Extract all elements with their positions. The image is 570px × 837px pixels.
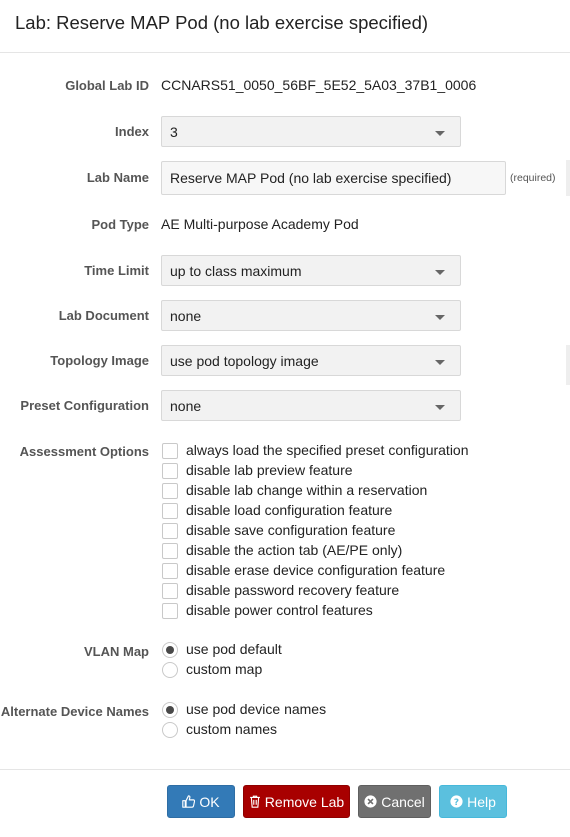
- assessment-options-label: Assessment Options: [19, 444, 149, 459]
- lab-name-label: Lab Name: [86, 170, 149, 185]
- pod-type-label: Pod Type: [91, 217, 149, 232]
- assessment-option-label: disable erase device configuration featu…: [186, 562, 446, 578]
- vlan-map-option-label: use pod default: [186, 641, 282, 657]
- lab-document-label: Lab Document: [58, 308, 149, 323]
- checkbox[interactable]: [162, 543, 178, 559]
- index-select[interactable]: 3: [161, 116, 461, 147]
- svg-text:?: ?: [454, 798, 459, 808]
- assessment-option-label: disable save configuration feature: [186, 522, 396, 538]
- lab-document-value: none: [170, 308, 202, 324]
- assessment-option-label: disable the action tab (AE/PE only): [186, 542, 403, 558]
- vlan-map-option-label: custom map: [186, 661, 263, 677]
- topology-image-select[interactable]: use pod topology image: [161, 345, 461, 376]
- preset-configuration-value: none: [170, 398, 202, 414]
- caret-down-icon: [435, 270, 445, 275]
- ok-button[interactable]: OK: [167, 785, 235, 818]
- topology-image-value: use pod topology image: [170, 353, 319, 369]
- caret-down-icon: [435, 131, 445, 136]
- radio-button[interactable]: [162, 702, 178, 718]
- time-limit-value: up to class maximum: [170, 263, 302, 279]
- device-names-option-label: custom names: [186, 721, 278, 737]
- radio-button[interactable]: [162, 662, 178, 678]
- topology-image-label: Topology Image: [50, 353, 149, 368]
- checkbox[interactable]: [162, 583, 178, 599]
- required-note: (required): [510, 172, 556, 184]
- remove-lab-button-label: Remove Lab: [264, 793, 345, 810]
- global-lab-id-value: CCNARS51_0050_56BF_5E52_5A03_37B1_0006: [161, 77, 477, 93]
- time-limit-select[interactable]: up to class maximum: [161, 255, 461, 286]
- assessment-option-label: disable load configuration feature: [186, 502, 393, 518]
- radio-button[interactable]: [162, 722, 178, 738]
- thumbs-up-icon: [182, 795, 196, 808]
- dialog-title: Lab: Reserve MAP Pod (no lab exercise sp…: [15, 12, 429, 33]
- caret-down-icon: [435, 315, 445, 320]
- question-circle-icon: ?: [450, 795, 463, 808]
- scroll-edge: [566, 160, 570, 196]
- index-label: Index: [115, 124, 149, 139]
- assessment-option-label: disable lab preview feature: [186, 462, 353, 478]
- cancel-button[interactable]: Cancel: [358, 785, 431, 818]
- header-divider: [0, 52, 570, 53]
- vlan-map-label: VLAN Map: [84, 644, 149, 659]
- help-button[interactable]: ? Help: [439, 785, 507, 818]
- assessment-option-label: disable lab change within a reservation: [186, 482, 428, 498]
- times-circle-icon: [364, 795, 377, 808]
- checkbox[interactable]: [162, 483, 178, 499]
- checkbox[interactable]: [162, 563, 178, 579]
- footer-divider: [0, 769, 570, 770]
- caret-down-icon: [435, 360, 445, 365]
- caret-down-icon: [435, 405, 445, 410]
- assessment-option-label: disable password recovery feature: [186, 582, 400, 598]
- scroll-edge: [566, 345, 570, 385]
- time-limit-label: Time Limit: [84, 263, 149, 278]
- remove-lab-button[interactable]: Remove Lab: [243, 785, 350, 818]
- lab-name-input[interactable]: Reserve MAP Pod (no lab exercise specifi…: [161, 161, 506, 195]
- checkbox[interactable]: [162, 463, 178, 479]
- radio-button[interactable]: [162, 642, 178, 658]
- device-names-label: Alternate Device Names: [0, 704, 149, 719]
- checkbox[interactable]: [162, 443, 178, 459]
- checkbox[interactable]: [162, 503, 178, 519]
- preset-configuration-label: Preset Configuration: [20, 398, 149, 413]
- pod-type-value: AE Multi-purpose Academy Pod: [161, 216, 359, 232]
- lab-document-select[interactable]: none: [161, 300, 461, 331]
- device-names-option-label: use pod device names: [186, 701, 327, 717]
- assessment-option-label: always load the specified preset configu…: [186, 442, 469, 458]
- ok-button-label: OK: [199, 793, 220, 810]
- checkbox[interactable]: [162, 523, 178, 539]
- global-lab-id-label: Global Lab ID: [65, 78, 149, 93]
- help-button-label: Help: [467, 793, 496, 810]
- index-value: 3: [170, 124, 178, 140]
- trash-icon: [249, 795, 261, 808]
- preset-configuration-select[interactable]: none: [161, 390, 461, 421]
- cancel-button-label: Cancel: [381, 793, 425, 810]
- checkbox[interactable]: [162, 603, 178, 619]
- assessment-option-label: disable power control features: [186, 602, 373, 618]
